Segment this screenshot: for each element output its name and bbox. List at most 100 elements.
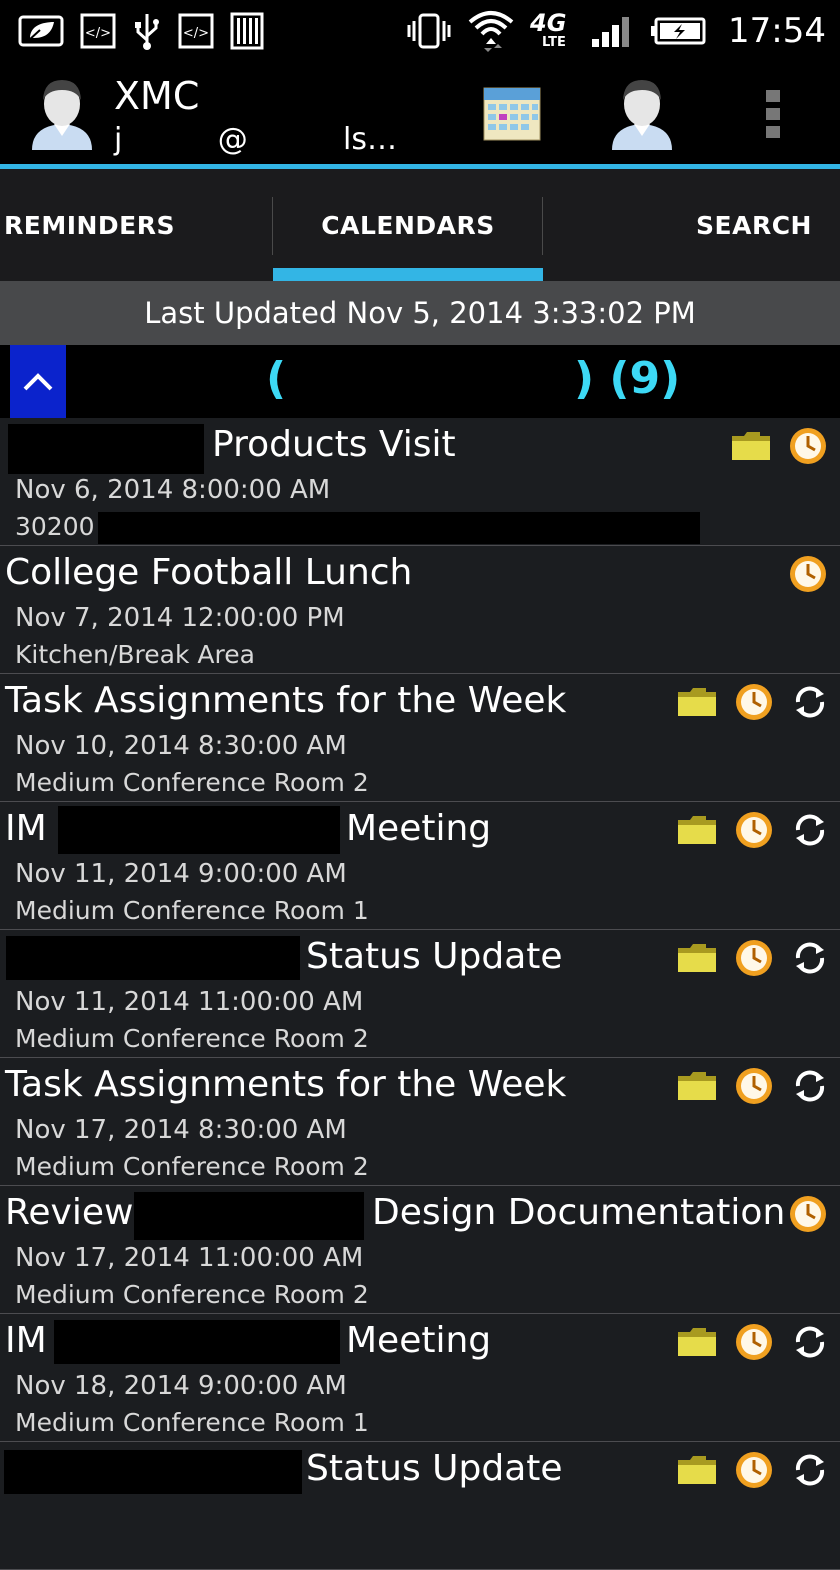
group-count: ) (9) [574, 353, 681, 404]
list-item[interactable]: Status Update [0, 1442, 840, 1570]
redacted-block [134, 1192, 364, 1240]
signal-icon [592, 17, 630, 47]
event-date: Nov 17, 2014 8:30:00 AM [15, 1115, 347, 1145]
redacted-block [286, 359, 572, 409]
clock-icon[interactable] [788, 1194, 828, 1234]
event-title: College Football Lunch [5, 552, 413, 593]
network-type: 4G LTE [530, 9, 567, 50]
event-date: Nov 17, 2014 11:00:00 AM [15, 1243, 364, 1273]
event-date: Nov 11, 2014 9:00:00 AM [15, 859, 347, 889]
event-title-prefix: IM [5, 1320, 47, 1361]
code-icon: </> [80, 13, 116, 49]
redacted-block [58, 806, 340, 854]
recurring-icon[interactable] [790, 1450, 830, 1490]
redacted-block [98, 512, 700, 544]
recurring-icon[interactable] [790, 682, 830, 722]
clock-icon[interactable] [734, 938, 774, 978]
tab-reminders[interactable]: REMINDERS [0, 169, 274, 281]
event-title: Products Visit [212, 424, 456, 465]
folder-icon[interactable] [676, 1454, 718, 1486]
chevron-up-icon [23, 372, 53, 390]
event-title: Task Assignments for the Week [5, 1064, 567, 1105]
clock-icon[interactable] [734, 810, 774, 850]
redacted-block [54, 1320, 340, 1364]
event-date: Nov 7, 2014 12:00:00 PM [15, 603, 345, 633]
event-title: Meeting [346, 1320, 492, 1361]
event-icons [676, 1450, 830, 1490]
list-item[interactable]: College Football Lunch Nov 7, 2014 12:00… [0, 546, 840, 674]
calendar-group-header[interactable]: ( ) (9) [0, 345, 840, 418]
status-bar: </> </> 4G LTE 17:54 [0, 0, 840, 62]
last-updated-text: Last Updated Nov 5, 2014 3:33:02 PM [144, 296, 696, 330]
recurring-icon[interactable] [790, 1066, 830, 1106]
recurring-icon[interactable] [790, 810, 830, 850]
folder-icon[interactable] [676, 686, 718, 718]
event-location: Medium Conference Room 1 [15, 896, 369, 925]
account-email: j @ ls… [114, 122, 398, 157]
clock-icon[interactable] [734, 1322, 774, 1362]
clock-icon[interactable] [788, 426, 828, 466]
list-item[interactable]: IM Meeting Nov 18, 2014 9:00:00 AM Mediu… [0, 1314, 840, 1442]
event-location: Kitchen/Break Area [15, 640, 255, 669]
overflow-menu-icon[interactable] [762, 88, 786, 142]
event-icons [730, 426, 828, 466]
tab-calendars[interactable]: CALENDARS [273, 169, 543, 281]
event-date: Nov 10, 2014 8:30:00 AM [15, 731, 347, 761]
list-item[interactable]: Review Design Documentation Nov 17, 2014… [0, 1186, 840, 1314]
event-icons [788, 1194, 828, 1234]
svg-text:</>: </> [183, 26, 209, 41]
event-title-prefix: Review [5, 1192, 134, 1233]
usb-icon [135, 14, 159, 50]
recurring-icon[interactable] [790, 938, 830, 978]
event-title-prefix: IM [5, 808, 47, 849]
avatar-icon[interactable] [26, 72, 98, 152]
battery-charging-icon [651, 17, 706, 45]
recurring-icon[interactable] [790, 1322, 830, 1362]
event-icons [676, 682, 830, 722]
list-item[interactable]: Task Assignments for the Week Nov 10, 20… [0, 674, 840, 802]
event-icons [676, 810, 830, 850]
list-item[interactable]: IM Meeting Nov 11, 2014 9:00:00 AM Mediu… [0, 802, 840, 930]
event-date: Nov 18, 2014 9:00:00 AM [15, 1371, 347, 1401]
leaf-icon [18, 15, 64, 47]
event-title: Status Update [306, 1448, 563, 1489]
redacted-block [76, 357, 258, 413]
calendar-icon[interactable] [482, 84, 542, 142]
avatar-icon[interactable] [606, 72, 678, 152]
clock-icon[interactable] [788, 554, 828, 594]
list-item[interactable]: Status Update Nov 11, 2014 11:00:00 AM M… [0, 930, 840, 1058]
folder-icon[interactable] [676, 942, 718, 974]
event-icons [676, 1322, 830, 1362]
clock-icon[interactable] [734, 1450, 774, 1490]
svg-text:</>: </> [85, 26, 111, 41]
event-location: Medium Conference Room 2 [15, 1152, 369, 1181]
folder-icon[interactable] [676, 1326, 718, 1358]
list-item[interactable]: Task Assignments for the Week Nov 17, 20… [0, 1058, 840, 1186]
folder-icon[interactable] [676, 814, 718, 846]
last-updated-bar: Last Updated Nov 5, 2014 3:33:02 PM [0, 281, 840, 345]
code-icon: </> [178, 13, 214, 49]
clock-icon[interactable] [734, 1066, 774, 1106]
folder-icon[interactable] [730, 430, 772, 462]
event-location: 30200 [15, 512, 95, 541]
account-name: XMC [114, 74, 200, 118]
collapse-toggle[interactable] [10, 345, 66, 418]
tab-search[interactable]: SEARCH [543, 169, 840, 281]
active-tab-indicator [273, 268, 543, 281]
event-list: Products Visit Nov 6, 2014 8:00:00 AM 30… [0, 418, 840, 1570]
event-icons [676, 1066, 830, 1106]
folder-icon[interactable] [676, 1070, 718, 1102]
clock: 17:54 [728, 11, 826, 51]
event-title: Design Documentation [372, 1192, 786, 1233]
event-icons [788, 554, 828, 594]
redacted-block [4, 1450, 302, 1494]
list-item[interactable]: Products Visit Nov 6, 2014 8:00:00 AM 30… [0, 418, 840, 546]
clock-icon[interactable] [734, 682, 774, 722]
group-open-paren: ( [266, 353, 287, 404]
event-date: Nov 6, 2014 8:00:00 AM [15, 475, 331, 505]
barcode-icon [230, 12, 264, 50]
event-location: Medium Conference Room 1 [15, 1408, 369, 1437]
event-location: Medium Conference Room 2 [15, 1024, 369, 1053]
wifi-icon [468, 11, 514, 52]
tab-bar: REMINDERS CALENDARS SEARCH [0, 169, 840, 281]
